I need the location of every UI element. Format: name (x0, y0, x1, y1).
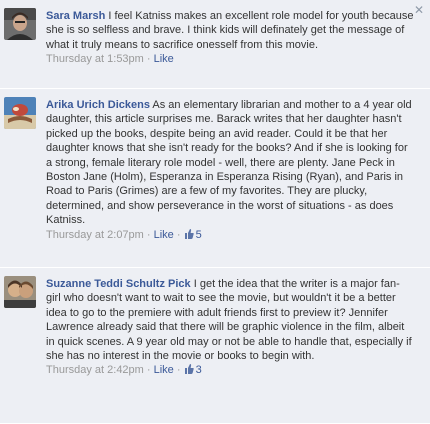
like-count-value: 5 (195, 228, 202, 241)
separator: · (143, 364, 154, 377)
separator: · (143, 228, 154, 241)
comment-item: Sara Marsh I feel Katniss makes an excel… (0, 0, 430, 89)
comment-body: Sara Marsh I feel Katniss makes an excel… (46, 9, 414, 67)
comment-text: As an elementary librarian and mother to… (46, 99, 412, 227)
comment-item: Suzanne Teddi Schultz Pick I get the ide… (0, 268, 430, 424)
like-link[interactable]: Like (154, 229, 174, 241)
comment-author[interactable]: Arika Urich Dickens (46, 99, 150, 111)
like-link[interactable]: Like (154, 53, 174, 65)
comment-author[interactable]: Sara Marsh (46, 10, 105, 22)
avatar[interactable] (4, 276, 36, 308)
comment-time[interactable]: Thursday at 1:53pm (46, 53, 144, 65)
comment-time[interactable]: Thursday at 2:07pm (46, 229, 144, 241)
comment-item: Arika Urich Dickens As an elementary lib… (0, 89, 430, 268)
close-icon[interactable]: ✕ (414, 4, 424, 16)
comment-meta: Thursday at 1:53pm · Like (46, 52, 414, 66)
like-link[interactable]: Like (154, 364, 174, 376)
comment-time[interactable]: Thursday at 2:42pm (46, 364, 144, 376)
avatar[interactable] (4, 8, 36, 40)
like-count[interactable]: 5 (184, 228, 202, 241)
comment-author[interactable]: Suzanne Teddi Schultz Pick (46, 278, 191, 290)
comment-text: I get the idea that the writer is a majo… (46, 278, 412, 363)
comment-meta: Thursday at 2:42pm · Like · 3 (46, 363, 414, 377)
avatar[interactable] (4, 97, 36, 129)
comment-body: Suzanne Teddi Schultz Pick I get the ide… (46, 277, 414, 378)
separator: · (173, 228, 184, 241)
like-count-value: 3 (195, 364, 202, 377)
separator: · (173, 364, 184, 377)
thumbs-up-icon (184, 228, 194, 239)
comment-meta: Thursday at 2:07pm · Like · 5 (46, 228, 414, 242)
comment-body: Arika Urich Dickens As an elementary lib… (46, 98, 414, 242)
thumbs-up-icon (184, 364, 194, 375)
separator: · (143, 53, 154, 66)
like-count[interactable]: 3 (184, 364, 202, 376)
